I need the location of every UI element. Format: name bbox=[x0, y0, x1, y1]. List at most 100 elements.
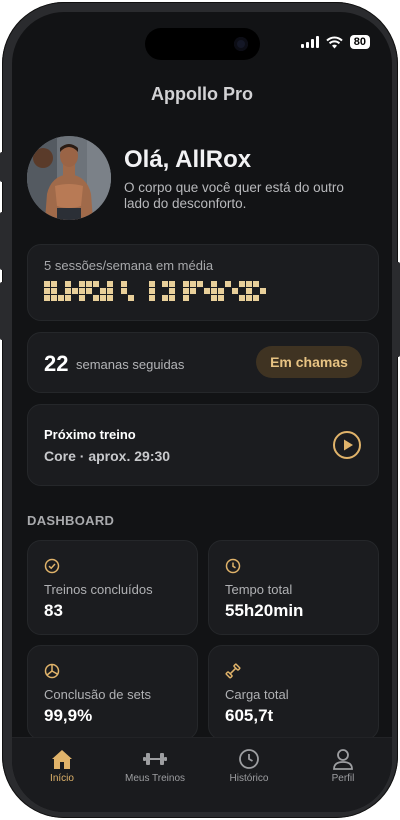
user-icon bbox=[333, 749, 353, 770]
play-icon[interactable] bbox=[332, 430, 362, 460]
stat-label: Tempo total bbox=[225, 582, 293, 597]
camera-icon bbox=[234, 37, 248, 51]
activity-cell bbox=[204, 288, 210, 294]
activity-cell bbox=[183, 281, 189, 287]
next-workout-detail: Core · aprox. 29:30 bbox=[44, 448, 171, 464]
activity-cell bbox=[107, 295, 113, 301]
stat-label: Treinos concluídos bbox=[44, 582, 153, 597]
tab-home[interactable]: Início bbox=[22, 748, 102, 784]
phone-frame: 80 Appollo Pro Olá, AllRox O corpo que v… bbox=[0, 2, 400, 818]
streak-label: semanas seguidas bbox=[76, 357, 185, 372]
activity-cell bbox=[100, 295, 106, 301]
weekly-average-card: 5 sessões/semana em média bbox=[27, 244, 379, 321]
activity-cell bbox=[128, 295, 134, 301]
activity-cell bbox=[162, 295, 168, 301]
stat-card-sets: Conclusão de sets 99,9% bbox=[27, 645, 198, 740]
activity-cell bbox=[93, 295, 99, 301]
activity-cell bbox=[51, 288, 57, 294]
stat-label: Conclusão de sets bbox=[44, 687, 151, 702]
stat-value: 55h20min bbox=[225, 601, 304, 620]
weekly-average-label: 5 sessões/semana em média bbox=[44, 258, 214, 273]
activity-cell bbox=[239, 295, 245, 301]
tab-my-workouts[interactable]: Meus Treinos bbox=[115, 748, 195, 784]
activity-cell bbox=[107, 288, 113, 294]
activity-cell bbox=[100, 288, 106, 294]
activity-cell bbox=[218, 288, 224, 294]
activity-cell bbox=[79, 295, 85, 301]
stat-card-workouts: Treinos concluídos 83 bbox=[27, 540, 198, 635]
activity-cell bbox=[197, 281, 203, 287]
activity-cell bbox=[121, 281, 127, 287]
tab-label: Histórico bbox=[229, 773, 269, 784]
dumbbell-icon bbox=[225, 663, 241, 679]
next-workout-card[interactable]: Próximo treino Core · aprox. 29:30 bbox=[27, 404, 379, 486]
activity-cell bbox=[253, 295, 259, 301]
activity-cell bbox=[51, 281, 57, 287]
activity-cell bbox=[72, 288, 78, 294]
stat-card-time: Tempo total 55h20min bbox=[208, 540, 379, 635]
streak-card: 22 semanas seguidas Em chamas bbox=[27, 332, 379, 393]
dashboard-title: DASHBOARD bbox=[27, 513, 115, 528]
status-bar: 80 bbox=[300, 35, 370, 49]
activity-cell bbox=[121, 288, 127, 294]
activity-cell bbox=[169, 281, 175, 287]
dumbbell-icon bbox=[143, 753, 167, 765]
wifi-icon bbox=[326, 36, 343, 48]
activity-cell bbox=[149, 295, 155, 301]
activity-heatmap bbox=[44, 281, 266, 301]
activity-cell bbox=[65, 281, 71, 287]
battery-indicator: 80 bbox=[349, 35, 370, 49]
activity-cell bbox=[149, 281, 155, 287]
activity-cell bbox=[44, 288, 50, 294]
activity-cell bbox=[211, 295, 217, 301]
action-button bbox=[0, 152, 4, 182]
activity-cell bbox=[58, 295, 64, 301]
activity-cell bbox=[86, 281, 92, 287]
activity-cell bbox=[190, 281, 196, 287]
activity-cell bbox=[162, 281, 168, 287]
power-button bbox=[396, 262, 400, 357]
activity-cell bbox=[86, 288, 92, 294]
activity-cell bbox=[246, 281, 252, 287]
tab-label: Meus Treinos bbox=[124, 773, 186, 784]
activity-cell bbox=[169, 295, 175, 301]
dynamic-island bbox=[145, 28, 260, 60]
pie-chart-icon bbox=[44, 663, 60, 679]
activity-cell bbox=[211, 288, 217, 294]
activity-cell bbox=[93, 281, 99, 287]
activity-cell bbox=[183, 295, 189, 301]
activity-cell bbox=[253, 281, 259, 287]
activity-cell bbox=[79, 281, 85, 287]
tab-history[interactable]: Histórico bbox=[209, 748, 289, 784]
signal-icon bbox=[300, 36, 319, 48]
activity-cell bbox=[79, 288, 85, 294]
activity-cell bbox=[225, 281, 231, 287]
tab-label: Perfil bbox=[331, 773, 355, 784]
avatar[interactable] bbox=[27, 136, 111, 220]
clock-icon bbox=[239, 749, 259, 769]
tab-profile[interactable]: Perfil bbox=[303, 748, 383, 784]
activity-cell bbox=[239, 281, 245, 287]
stat-value: 99,9% bbox=[44, 706, 93, 725]
activity-cell bbox=[149, 288, 155, 294]
activity-cell bbox=[65, 295, 71, 301]
activity-cell bbox=[44, 281, 50, 287]
activity-cell bbox=[183, 288, 189, 294]
clock-icon bbox=[225, 558, 241, 574]
activity-cell bbox=[65, 288, 71, 294]
activity-cell bbox=[211, 281, 217, 287]
home-icon bbox=[52, 750, 72, 769]
stat-card-load: Carga total 605,7t bbox=[208, 645, 379, 740]
screen: 80 Appollo Pro Olá, AllRox O corpo que v… bbox=[12, 12, 392, 812]
volume-down-button bbox=[0, 282, 4, 340]
activity-cell bbox=[246, 288, 252, 294]
greeting: Olá, AllRox bbox=[124, 146, 252, 173]
activity-cell bbox=[44, 295, 50, 301]
stat-value: 83 bbox=[44, 601, 63, 620]
app-title: Appollo Pro bbox=[151, 84, 253, 104]
bottom-tab-bar: Início Meus Treinos Histórico Perfil bbox=[12, 737, 392, 812]
activity-cell bbox=[107, 281, 113, 287]
activity-cell bbox=[169, 288, 175, 294]
streak-status-badge[interactable]: Em chamas bbox=[256, 346, 362, 378]
check-circle-icon bbox=[44, 558, 60, 574]
